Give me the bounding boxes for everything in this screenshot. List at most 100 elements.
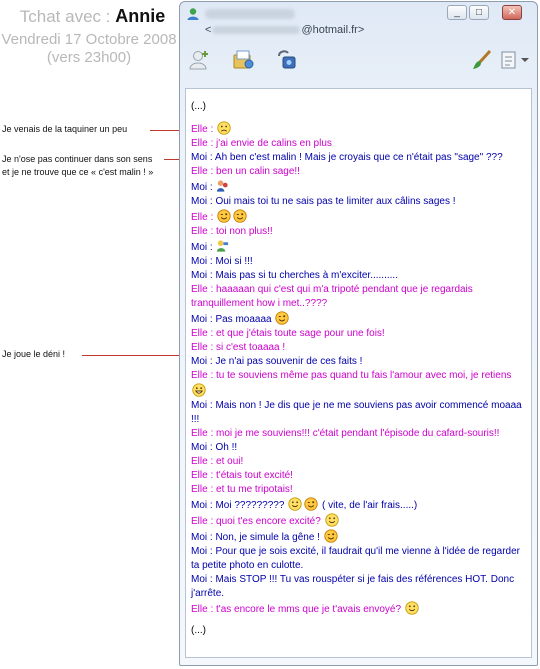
annotation-teasing: Je venais de la taquiner un peu bbox=[2, 124, 128, 134]
chat-message: Moi : Moi ????????? ( vite, de l'air fra… bbox=[191, 497, 523, 513]
chat-message: Elle : si c'est toaaaa ! bbox=[191, 341, 523, 355]
webcam-call-icon[interactable] bbox=[276, 48, 300, 72]
annotation-dare-2: et je ne trouve que ce « c'est malin ! » bbox=[2, 167, 154, 177]
time-line: (vers 23h00) bbox=[46, 49, 132, 66]
conversation-area[interactable]: (...) Elle : Elle : j'ai envie de calins … bbox=[185, 88, 532, 658]
chat-message: Moi : Mais pas si tu cherches à m'excite… bbox=[191, 269, 523, 283]
title-bar[interactable]: < @hotmail.fr> _ □ ✕ bbox=[180, 2, 537, 42]
chat-message: Elle : et oui! bbox=[191, 455, 523, 469]
chat-message: Moi : Non, je simule la gêne ! bbox=[191, 529, 523, 545]
chat-message: Elle : haaaaan qui c'est qui m'a tripoté… bbox=[191, 283, 523, 311]
message-text: Moi : Non, je simule la gêne ! bbox=[191, 532, 320, 543]
close-button[interactable]: ✕ bbox=[502, 5, 522, 20]
contact-email: < @hotmail.fr> bbox=[205, 24, 364, 36]
message-text: Moi : Je n'ai pas souvenir de ces faits … bbox=[191, 356, 363, 367]
chat-message: Elle : toi non plus!! bbox=[191, 225, 523, 239]
chat-message: Moi : bbox=[191, 179, 523, 195]
message-text: Elle : bbox=[191, 212, 214, 223]
message-list: (...) Elle : Elle : j'ai envie de calins … bbox=[191, 100, 523, 638]
messenger-buddy-icon bbox=[187, 8, 199, 20]
message-text: Moi : Pas moaaaa bbox=[191, 314, 272, 325]
message-text: Moi : Oui mais toi tu ne sais pas te lim… bbox=[191, 196, 456, 207]
message-text: Elle : moi je me souviens!!! c'était pen… bbox=[191, 428, 500, 439]
message-text: (...) bbox=[191, 625, 206, 636]
chat-message: (...) bbox=[191, 624, 523, 638]
message-text: Moi : bbox=[191, 242, 213, 253]
sad-emoticon-icon bbox=[217, 121, 231, 135]
email-prefix: < bbox=[205, 24, 212, 36]
message-text: Elle : si c'est toaaaa ! bbox=[191, 342, 286, 353]
annotation-denial: Je joue le déni ! bbox=[2, 349, 66, 359]
chat-message: Elle : t'as encore le mms que je t'avais… bbox=[191, 601, 523, 617]
message-aside: ( vite, de l'air frais.....) bbox=[319, 500, 418, 511]
invite-contact-icon[interactable] bbox=[188, 48, 212, 72]
message-text: Elle : ben un calin sage!! bbox=[191, 166, 300, 177]
maximize-button[interactable]: □ bbox=[469, 5, 489, 20]
chat-message: Elle : bbox=[191, 209, 523, 225]
chat-message: Moi : Je n'ai pas souvenir de ces faits … bbox=[191, 355, 523, 369]
wink-emoticon-icon bbox=[304, 497, 318, 511]
chat-message: Elle : et tu me tripotais! bbox=[191, 483, 523, 497]
chat-message: Elle : j'ai envie de calins en plus bbox=[191, 137, 523, 151]
chat-message: Moi : Mais non ! Je dis que je ne me sou… bbox=[191, 399, 523, 427]
message-text: Moi : Oh !! bbox=[191, 442, 238, 453]
message-text: Moi : Ah ben c'est malin ! Mais je croya… bbox=[191, 152, 503, 163]
hug-emoticon-icon bbox=[217, 180, 229, 192]
chat-title: Tchat avec : Annie bbox=[10, 6, 175, 27]
chat-message: Moi : Mais STOP !!! Tu vas rouspéter si … bbox=[191, 573, 523, 601]
email-suffix: @hotmail.fr> bbox=[301, 24, 365, 36]
more-menu-icon[interactable] bbox=[500, 48, 530, 72]
contact-name: Annie bbox=[115, 6, 166, 26]
message-text: Elle : bbox=[191, 124, 214, 135]
chat-message: Moi : Oh !! bbox=[191, 441, 523, 455]
message-spacer bbox=[191, 617, 523, 624]
chat-message: Elle : tu te souviens même pas quand tu … bbox=[191, 369, 523, 399]
chat-message: Elle : t'étais tout excité! bbox=[191, 469, 523, 483]
chat-date: Vendredi 17 Octobre 2008 (vers 23h00) bbox=[0, 31, 178, 67]
send-files-icon[interactable] bbox=[232, 48, 256, 72]
message-spacer bbox=[191, 114, 523, 121]
date-line: Vendredi 17 Octobre 2008 bbox=[1, 31, 177, 48]
chat-message: Moi : Pas moaaaa bbox=[191, 311, 523, 327]
person-emoticon-icon bbox=[217, 240, 229, 252]
message-text: Moi : Moi si !!! bbox=[191, 256, 253, 267]
smile-emoticon-icon bbox=[324, 513, 339, 527]
wink-emoticon-icon bbox=[217, 209, 231, 223]
wink-emoticon-icon bbox=[275, 311, 290, 325]
chat-message: (...) bbox=[191, 100, 523, 114]
smile-emoticon-icon bbox=[288, 497, 302, 511]
brush-icon[interactable] bbox=[470, 48, 494, 72]
chat-title-prefix: Tchat avec : bbox=[19, 7, 111, 26]
wink-emoticon-icon bbox=[324, 529, 338, 543]
message-text: Moi : Mais non ! Je dis que je ne me sou… bbox=[191, 400, 522, 425]
messenger-window: < @hotmail.fr> _ □ ✕ (...) Elle: Elle:… bbox=[179, 1, 538, 666]
message-text: Moi : bbox=[191, 182, 213, 193]
annotation-dare-1: Je n'ose pas continuer dans son sens bbox=[2, 154, 153, 164]
chat-message: Moi : Pour que je sois excité, il faudra… bbox=[191, 545, 523, 573]
message-text: Moi : Mais STOP !!! Tu vas rouspéter si … bbox=[191, 574, 515, 599]
contact-display-name-redacted bbox=[205, 9, 295, 19]
message-text: Elle : haaaaan qui c'est qui m'a tripoté… bbox=[191, 284, 473, 309]
minimize-button[interactable]: _ bbox=[447, 5, 467, 20]
message-text: Elle : j'ai envie de calins en plus bbox=[191, 138, 332, 149]
annotation-leader-line bbox=[82, 355, 184, 356]
chat-message: Elle : bbox=[191, 121, 523, 137]
message-text: Elle : toi non plus!! bbox=[191, 226, 273, 237]
smile-emoticon-icon bbox=[405, 601, 419, 615]
message-text: Elle : et oui! bbox=[191, 456, 244, 467]
message-text: Elle : tu te souviens même pas quand tu … bbox=[191, 370, 512, 381]
chat-message: Moi : Moi si !!! bbox=[191, 255, 523, 269]
chat-message: Elle : moi je me souviens!!! c'était pen… bbox=[191, 427, 523, 441]
chat-message: Elle : quoi t'es encore excité? bbox=[191, 513, 523, 529]
message-text: Moi : Pour que je sois excité, il faudra… bbox=[191, 546, 520, 571]
chat-message: Moi : Ah ben c'est malin ! Mais je croya… bbox=[191, 151, 523, 165]
wink-emoticon-icon bbox=[233, 209, 247, 223]
message-text: Elle : t'étais tout excité! bbox=[191, 470, 293, 481]
message-text: Moi : Moi ????????? bbox=[191, 500, 285, 511]
message-text: Elle : et tu me tripotais! bbox=[191, 484, 293, 495]
chat-message: Moi : bbox=[191, 239, 523, 255]
message-text: (...) bbox=[191, 101, 206, 112]
message-text: Moi : Mais pas si tu cherches à m'excite… bbox=[191, 270, 398, 281]
chat-message: Elle : ben un calin sage!! bbox=[191, 165, 523, 179]
email-redacted bbox=[212, 26, 301, 35]
